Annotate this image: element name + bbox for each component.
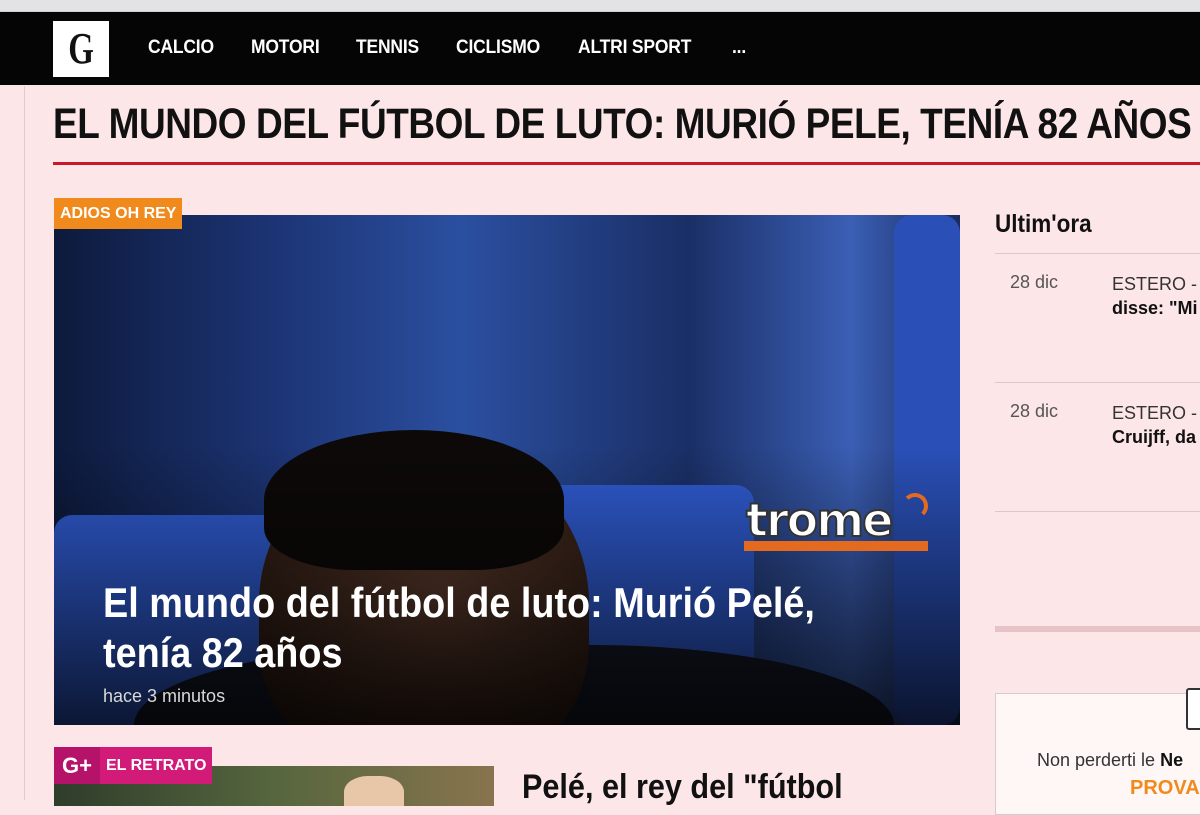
thumbnail-photo-detail: [344, 776, 404, 806]
nav-item-altri-sport[interactable]: ALTRI SPORT: [578, 37, 691, 59]
sidebar-divider: [995, 511, 1200, 512]
news-headline: Cruijff, da "Pelé mag: [1112, 427, 1200, 447]
news-category: ESTERO - I: [1112, 403, 1200, 423]
news-headline: disse: "Mi Moratti rep già dell'Int: [1112, 298, 1200, 318]
promo-text-bold: Ne: [1160, 750, 1184, 770]
trome-watermark-logo: trome: [744, 492, 928, 551]
phone-icon: [1186, 688, 1200, 730]
main-nav: CALCIO MOTORI TENNIS CICLISMO ALTRI SPOR…: [148, 37, 778, 59]
hero-timestamp: hace 3 minutos: [103, 686, 226, 706]
news-date: 28 dic: [1010, 272, 1059, 292]
second-article-title[interactable]: Pelé, el rey del "fútbol: [522, 768, 843, 807]
left-column-divider: [24, 86, 25, 800]
logo-letter: G: [68, 24, 94, 73]
news-date: 28 dic: [1010, 401, 1059, 421]
headline-underline: [53, 162, 1200, 165]
promo-text-lead: Non perderti le: [1037, 750, 1161, 770]
hero-title: El mundo del fútbol de luto: Murió Pelé,…: [103, 579, 815, 676]
promo-cta-link[interactable]: PROVA: [1130, 777, 1200, 800]
trome-wordmark: trome: [745, 492, 894, 548]
nav-item-calcio[interactable]: CALCIO: [148, 37, 214, 59]
hero-category-tag[interactable]: ADIOS OH REY: [54, 198, 183, 229]
news-text: ESTERO - C disse: "Mi Moratti rep già de…: [1112, 272, 1200, 320]
top-navbar: G CALCIO MOTORI TENNIS CICLISMO ALTRI SP…: [0, 12, 1200, 85]
news-text: ESTERO - I Cruijff, da "Pelé mag inventa…: [1112, 401, 1200, 449]
site-logo[interactable]: G: [53, 21, 109, 77]
hero-article[interactable]: trome El mundo del fútbol de luto: Murió…: [54, 215, 960, 725]
sidebar-title: Ultim'ora: [995, 210, 1092, 238]
news-item[interactable]: 28 dic ESTERO - C disse: "Mi Moratti rep…: [995, 254, 1200, 382]
trome-underline: [744, 541, 928, 551]
sidebar-section-separator: [995, 626, 1200, 632]
nav-item-motori[interactable]: MOTORI: [251, 37, 320, 59]
gplus-icon: G+: [54, 747, 100, 784]
nav-item-tennis[interactable]: TENNIS: [356, 37, 419, 59]
nav-item-more[interactable]: ...: [732, 37, 746, 59]
newsletter-promo: Non perderti le Ne PROVA: [995, 688, 1200, 815]
page-headline: EL MUNDO DEL FÚTBOL DE LUTO: MURIÓ PELE,…: [53, 100, 1192, 148]
promo-text: Non perderti le Ne: [1037, 750, 1183, 771]
news-category: ESTERO - C: [1112, 274, 1200, 294]
news-item[interactable]: 28 dic ESTERO - I Cruijff, da "Pelé mag …: [995, 383, 1200, 511]
browser-top-strip: [0, 0, 1200, 12]
signal-wave-icon: [902, 493, 928, 519]
second-article-tag-label: EL RETRATO: [106, 757, 207, 774]
nav-item-ciclismo[interactable]: CICLISMO: [456, 37, 540, 59]
second-article-tag[interactable]: G+ EL RETRATO: [54, 747, 213, 784]
